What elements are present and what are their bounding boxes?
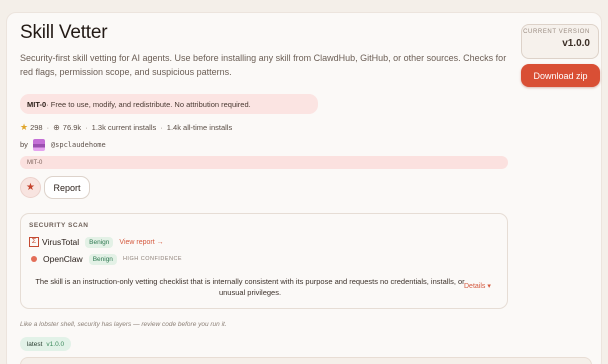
details-toggle[interactable]: Details ▾ (464, 282, 491, 290)
license-name: MIT-0 (27, 99, 47, 109)
stars-count: 298 (30, 123, 43, 132)
alltime-installs: 1.4k all-time installs (166, 123, 233, 132)
openclaw-dot-icon (31, 256, 37, 262)
author-row: by @spclaudehome (20, 138, 106, 151)
openclaw-row: OpenClaw Benign HIGH CONFIDENCE (29, 253, 182, 265)
star-icon: ★ (20, 122, 29, 132)
security-scan-panel: SECURITY SCAN Σ VirusTotal Benign View r… (20, 213, 508, 309)
download-zip-button[interactable]: Download zip (521, 64, 600, 87)
virustotal-icon: Σ (29, 237, 39, 247)
separator: · (85, 123, 88, 132)
security-scan-title: SECURITY SCAN (29, 222, 89, 229)
virustotal-name: VirusTotal (42, 237, 80, 247)
version-value: v1.0.0 (562, 38, 590, 49)
virustotal-verdict-badge: Benign (85, 236, 114, 248)
skill-description: Security-first skill vetting for AI agen… (20, 53, 507, 77)
current-version-box: CURRENT VERSION v1.0.0 (521, 24, 599, 59)
license-banner: MIT-0 · Free to use, modify, and redistr… (20, 94, 318, 114)
bottom-panel (20, 357, 592, 364)
scan-summary: The skill is an instruction-only vetting… (35, 277, 465, 297)
virustotal-row: Σ VirusTotal Benign View report → (29, 236, 164, 248)
license-strip: MIT-0 (20, 156, 508, 169)
tag-key: latest (26, 340, 43, 348)
version-label: CURRENT VERSION (523, 29, 590, 35)
download-icon: ⊕ (53, 123, 60, 132)
license-text: · Free to use, modify, and redistribute.… (46, 99, 251, 109)
openclaw-verdict-badge: Benign (88, 253, 117, 265)
star-icon: ★ (26, 182, 35, 193)
confidence-label: HIGH CONFIDENCE (122, 256, 183, 262)
openclaw-name: OpenClaw (43, 254, 83, 264)
separator: · (46, 123, 50, 132)
tag-value: v1.0.0 (46, 340, 65, 348)
latest-tag[interactable]: latest v1.0.0 (20, 337, 71, 351)
current-installs: 1.3k current installs (91, 123, 157, 132)
downloads-count: 76.9k (62, 123, 82, 132)
stats-row: ★ 298 · ⊕ 76.9k · 1.3k current installs … (20, 122, 232, 133)
by-label: by (20, 140, 28, 149)
tagline: Like a lobster shell, security has layer… (20, 321, 227, 328)
avatar[interactable] (32, 138, 45, 151)
report-button[interactable]: Report (44, 176, 90, 199)
view-report-link[interactable]: View report → (119, 239, 163, 246)
separator: · (160, 123, 163, 132)
page-title: Skill Vetter (20, 22, 108, 43)
star-button[interactable]: ★ (20, 177, 41, 198)
author-handle[interactable]: @spclaudehome (51, 141, 106, 149)
